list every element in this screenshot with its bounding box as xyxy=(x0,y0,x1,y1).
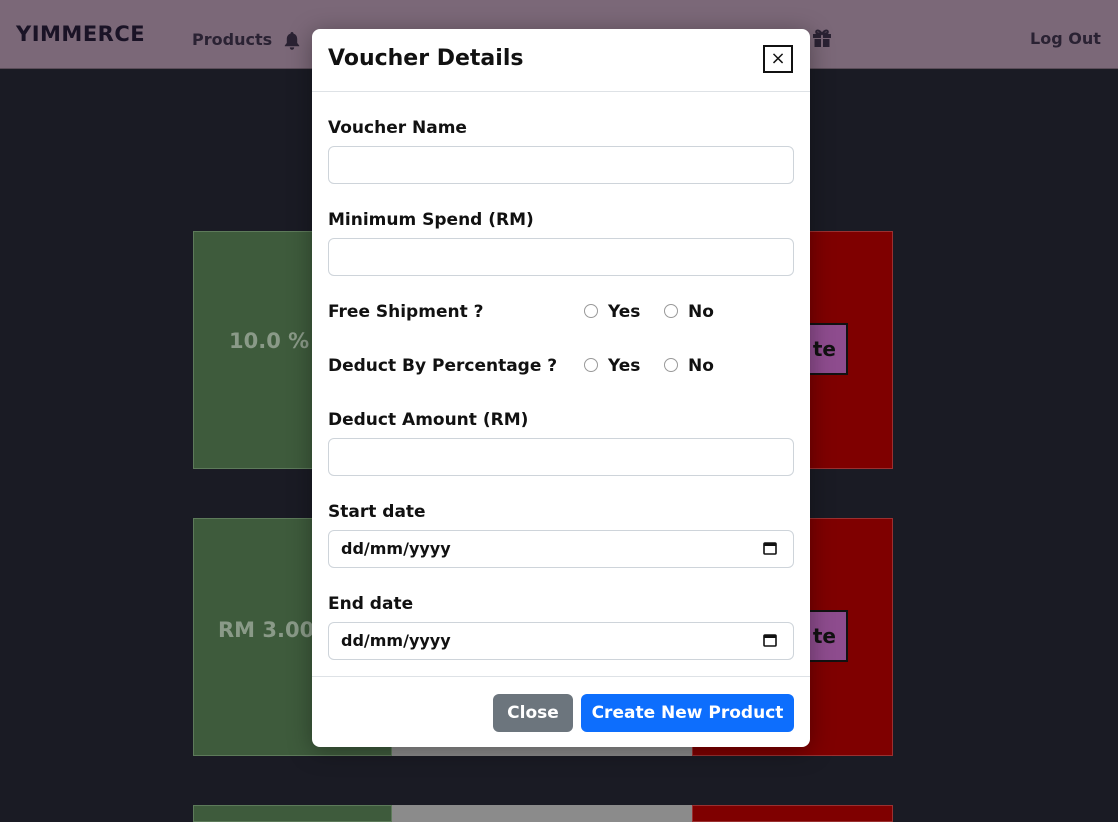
free-shipment-no-radio[interactable] xyxy=(664,304,678,318)
modal-header: Voucher Details × xyxy=(312,29,810,92)
calendar-icon[interactable] xyxy=(763,541,777,555)
close-icon[interactable]: × xyxy=(763,45,793,73)
create-new-product-button[interactable]: Create New Product xyxy=(581,694,794,732)
yes-label: Yes xyxy=(608,302,641,322)
free-shipment-no-option[interactable]: No xyxy=(664,302,714,322)
start-date-input[interactable]: dd/mm/yyyy xyxy=(328,530,794,568)
deduct-percentage-yes-option[interactable]: Yes xyxy=(584,356,640,376)
start-date-placeholder: dd/mm/yyyy xyxy=(341,539,451,558)
yes-label: Yes xyxy=(608,356,641,376)
free-shipment-label: Free Shipment ? xyxy=(328,302,484,322)
end-date-label: End date xyxy=(328,594,414,614)
deduct-amount-label: Deduct Amount (RM) xyxy=(328,410,529,430)
calendar-icon[interactable] xyxy=(763,633,777,647)
voucher-name-input[interactable] xyxy=(328,146,794,184)
deduct-percentage-no-option[interactable]: No xyxy=(664,356,714,376)
close-button[interactable]: Close xyxy=(493,694,573,732)
end-date-input[interactable]: dd/mm/yyyy xyxy=(328,622,794,660)
deduct-percentage-no-radio[interactable] xyxy=(664,358,678,372)
min-spend-label: Minimum Spend (RM) xyxy=(328,210,534,230)
voucher-details-modal: Voucher Details × Voucher Name Minimum S… xyxy=(312,29,810,747)
modal-footer: Close Create New Product xyxy=(312,676,810,748)
deduct-amount-input[interactable] xyxy=(328,438,794,476)
free-shipment-yes-radio[interactable] xyxy=(584,304,598,318)
deduct-percentage-yes-radio[interactable] xyxy=(584,358,598,372)
deduct-percentage-label: Deduct By Percentage ? xyxy=(328,356,558,376)
end-date-placeholder: dd/mm/yyyy xyxy=(341,631,451,650)
voucher-name-label: Voucher Name xyxy=(328,118,467,138)
no-label: No xyxy=(688,356,714,376)
no-label: No xyxy=(688,302,714,322)
modal-title: Voucher Details xyxy=(328,46,524,71)
free-shipment-yes-option[interactable]: Yes xyxy=(584,302,640,322)
start-date-label: Start date xyxy=(328,502,426,522)
min-spend-input[interactable] xyxy=(328,238,794,276)
